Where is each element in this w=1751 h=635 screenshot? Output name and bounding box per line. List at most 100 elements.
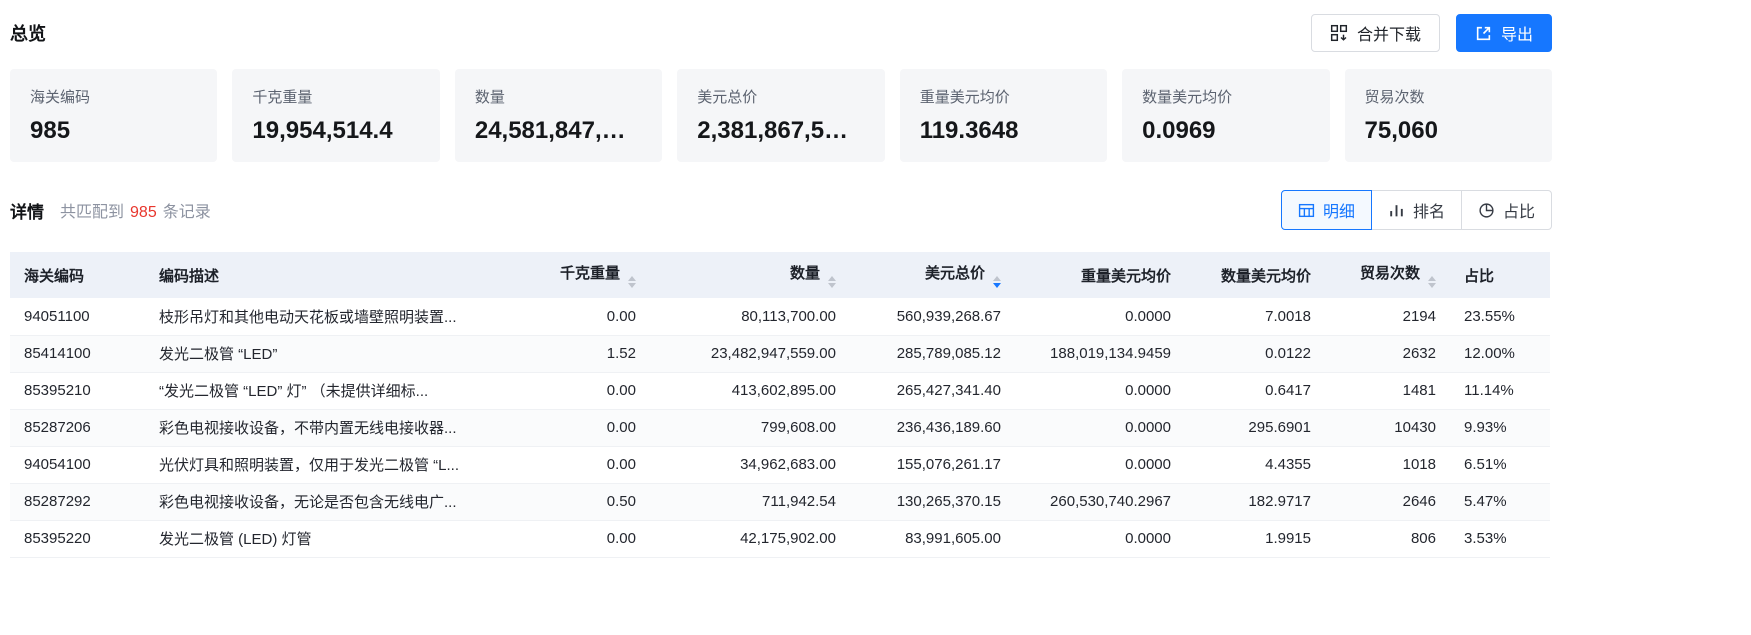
tab-ranking[interactable]: 排名 xyxy=(1371,190,1462,230)
table-cell: “发光二极管 “LED” 灯” （未提供详细标... xyxy=(145,372,500,409)
export-button[interactable]: 导出 xyxy=(1456,14,1552,52)
table-cell: 0.0000 xyxy=(1015,520,1185,557)
table-cell: 85395210 xyxy=(10,372,145,409)
sort-icon[interactable] xyxy=(993,276,1001,288)
table-cell: 85395220 xyxy=(10,520,145,557)
table-cell: 711,942.54 xyxy=(650,483,850,520)
column-header-label: 美元总价 xyxy=(925,265,985,282)
table-cell: 2646 xyxy=(1325,483,1450,520)
tab-ranking-label: 排名 xyxy=(1413,198,1445,222)
table-cell: 1.52 xyxy=(500,335,650,372)
table-cell: 42,175,902.00 xyxy=(650,520,850,557)
table-cell: 9.93% xyxy=(1450,409,1550,446)
table-cell: 23,482,947,559.00 xyxy=(650,335,850,372)
stat-label: 千克重量 xyxy=(252,86,419,107)
table-cell: 彩色电视接收设备，不带内置无线电接收器... xyxy=(145,409,500,446)
table-icon xyxy=(1298,202,1315,219)
table-cell: 806 xyxy=(1325,520,1450,557)
details-title: 详情 xyxy=(10,198,44,223)
table-cell: 0.0122 xyxy=(1185,335,1325,372)
column-header-label: 千克重量 xyxy=(560,265,620,282)
top-bar: 总览 合并下载 xyxy=(10,14,1552,52)
merge-download-label: 合并下载 xyxy=(1357,21,1421,45)
details-bar: 详情 共匹配到985条记录 明细 xyxy=(10,190,1552,230)
table-cell: 0.00 xyxy=(500,446,650,483)
page: 总览 合并下载 xyxy=(0,0,1552,558)
stat-card-0: 海关编码985 xyxy=(10,69,217,162)
table-cell: 0.50 xyxy=(500,483,650,520)
stat-card-6: 贸易次数 75,060 xyxy=(1345,69,1552,162)
top-actions: 合并下载 导出 xyxy=(1311,14,1552,52)
stat-value: 2,381,867,5… xyxy=(697,117,864,145)
stat-label: 贸易次数 xyxy=(1365,86,1532,107)
stat-label: 数量 xyxy=(475,86,642,107)
table-cell: 0.00 xyxy=(500,520,650,557)
tab-detail[interactable]: 明细 xyxy=(1281,190,1372,230)
table-cell: 12.00% xyxy=(1450,335,1550,372)
table-cell: 0.0000 xyxy=(1015,298,1185,335)
sort-icon[interactable] xyxy=(628,276,636,288)
results-table: 海关编码编码描述千克重量数量美元总价重量美元均价数量美元均价贸易次数占比 940… xyxy=(10,252,1550,558)
stat-value: 19,954,514.4 xyxy=(252,117,419,145)
column-header-label: 贸易次数 xyxy=(1360,265,1420,282)
table-row[interactable]: 85414100发光二极管 “LED”1.5223,482,947,559.00… xyxy=(10,335,1550,372)
merge-download-button[interactable]: 合并下载 xyxy=(1311,14,1440,52)
table-cell: 1.9915 xyxy=(1185,520,1325,557)
stat-value: 985 xyxy=(30,117,197,145)
table-cell: 2632 xyxy=(1325,335,1450,372)
table-row[interactable]: 85287292彩色电视接收设备，无论是否包含无线电广...0.50711,94… xyxy=(10,483,1550,520)
table-row[interactable]: 85395210“发光二极管 “LED” 灯” （未提供详细标...0.0041… xyxy=(10,372,1550,409)
column-header-label: 重量美元均价 xyxy=(1081,268,1171,285)
table-cell: 80,113,700.00 xyxy=(650,298,850,335)
table-cell: 285,789,085.12 xyxy=(850,335,1015,372)
page-title: 总览 xyxy=(10,20,46,46)
column-header-label: 占比 xyxy=(1464,268,1494,285)
match-suffix: 条记录 xyxy=(163,204,211,221)
table-cell: 0.00 xyxy=(500,298,650,335)
stat-label: 数量美元均价 xyxy=(1142,86,1309,107)
table-row[interactable]: 85287206彩色电视接收设备，不带内置无线电接收器...0.00799,60… xyxy=(10,409,1550,446)
table-cell: 枝形吊灯和其他电动天花板或墙壁照明装置... xyxy=(145,298,500,335)
table-row[interactable]: 94054100光伏灯具和照明装置，仅用于发光二极管 “L...0.0034,9… xyxy=(10,446,1550,483)
column-header-6: 数量美元均价 xyxy=(1185,252,1325,298)
table-cell: 0.0000 xyxy=(1015,446,1185,483)
ranking-icon xyxy=(1388,202,1405,219)
table-cell: 182.9717 xyxy=(1185,483,1325,520)
table-cell: 发光二极管 (LED) 灯管 xyxy=(145,520,500,557)
table-cell: 413,602,895.00 xyxy=(650,372,850,409)
stat-card-2: 数量24,581,847,… xyxy=(455,69,662,162)
table-cell: 11.14% xyxy=(1450,372,1550,409)
column-header-5: 重量美元均价 xyxy=(1015,252,1185,298)
table-row[interactable]: 85395220发光二极管 (LED) 灯管0.0042,175,902.008… xyxy=(10,520,1550,557)
tab-detail-label: 明细 xyxy=(1323,198,1355,222)
column-header-label: 海关编码 xyxy=(24,268,84,285)
table-cell: 4.4355 xyxy=(1185,446,1325,483)
stat-label: 美元总价 xyxy=(697,86,864,107)
column-header-8: 占比 xyxy=(1450,252,1550,298)
merge-download-icon xyxy=(1330,24,1348,42)
table-cell: 6.51% xyxy=(1450,446,1550,483)
column-header-3[interactable]: 数量 xyxy=(650,252,850,298)
table-cell: 83,991,605.00 xyxy=(850,520,1015,557)
column-header-7[interactable]: 贸易次数 xyxy=(1325,252,1450,298)
table-cell: 0.0000 xyxy=(1015,409,1185,446)
table-cell: 85287292 xyxy=(10,483,145,520)
stat-value: 75,060 xyxy=(1365,117,1532,145)
table-cell: 155,076,261.17 xyxy=(850,446,1015,483)
export-label: 导出 xyxy=(1501,21,1533,45)
tab-proportion[interactable]: 占比 xyxy=(1461,190,1552,230)
table-cell: 23.55% xyxy=(1450,298,1550,335)
table-body: 94051100枝形吊灯和其他电动天花板或墙壁照明装置...0.0080,113… xyxy=(10,298,1550,557)
match-text: 共匹配到985条记录 xyxy=(60,198,211,222)
column-header-2[interactable]: 千克重量 xyxy=(500,252,650,298)
sort-icon[interactable] xyxy=(1428,276,1436,288)
stat-label: 重量美元均价 xyxy=(920,86,1087,107)
stat-card-3: 美元总价 2,381,867,5… xyxy=(677,69,884,162)
table-cell: 560,939,268.67 xyxy=(850,298,1015,335)
column-header-4[interactable]: 美元总价 xyxy=(850,252,1015,298)
match-prefix: 共匹配到 xyxy=(60,204,124,221)
column-header-label: 数量美元均价 xyxy=(1221,268,1311,285)
sort-icon[interactable] xyxy=(828,276,836,288)
table-row[interactable]: 94051100枝形吊灯和其他电动天花板或墙壁照明装置...0.0080,113… xyxy=(10,298,1550,335)
stats-row: 海关编码985千克重量19,954,514.4数量24,581,847,…美元总… xyxy=(10,69,1552,162)
